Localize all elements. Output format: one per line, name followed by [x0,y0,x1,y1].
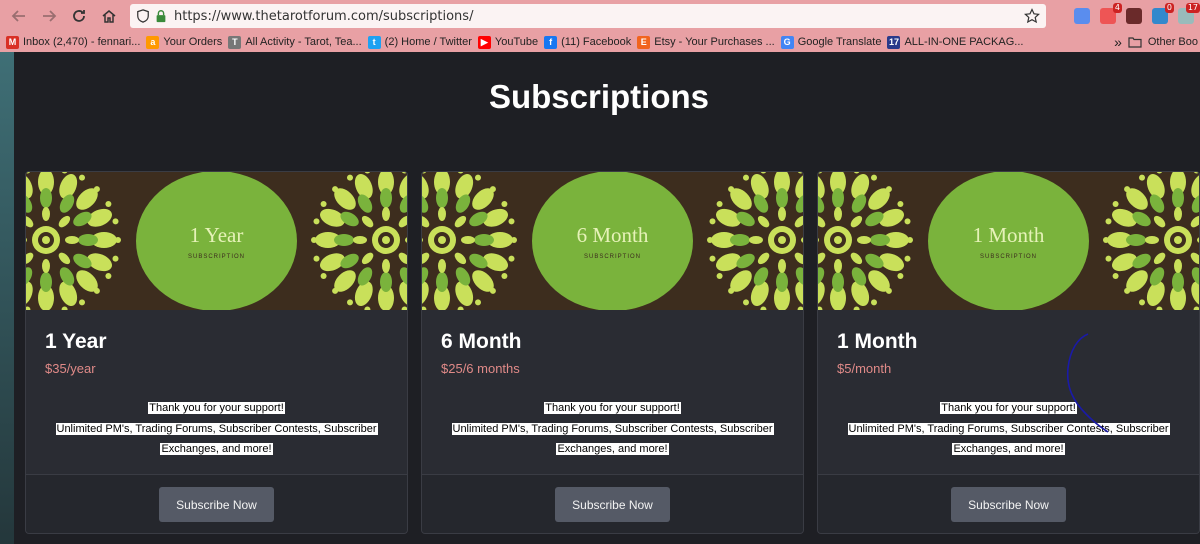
bookmark-item[interactable]: t (2) Home / Twitter [367,35,472,49]
description-line: Exchanges, and more! [952,443,1065,455]
url-text[interactable]: https://www.thetarotforum.com/subscripti… [174,9,473,24]
bookmark-label: (2) Home / Twitter [384,36,472,48]
other-bookmarks-link[interactable]: Other Boo [1148,36,1198,48]
subscription-card: 1 Year SUBSCRIPTION 1 Year $35/year Than… [25,171,408,534]
banner-subtitle: SUBSCRIPTION [583,253,641,260]
amazon-icon: a [146,35,160,49]
bookmark-label: Google Translate [797,36,882,48]
back-button[interactable] [6,3,32,29]
plan-banner-image: 6 Month SUBSCRIPTION [422,172,803,310]
extension-badge: 0 [1164,3,1174,13]
banner-subtitle: SUBSCRIPTION [979,253,1037,260]
extension-cloud-icon[interactable]: 17 [1178,3,1200,24]
lock-icon[interactable] [154,9,168,23]
plan-banner-image: 1 Month SUBSCRIPTION [818,172,1199,310]
bookmark-item[interactable]: M Inbox (2,470) - fennari... [6,35,141,49]
bookmark-label: YouTube [494,36,539,48]
gmail-icon: M [6,35,19,49]
extension-badge: 4 [1112,3,1122,13]
plan-price: $35/year [45,361,96,376]
google-translate-icon: G [780,35,794,49]
extension-badge: 17 [1185,3,1200,13]
description-line: Thank you for your support! [940,402,1077,414]
subscription-card: 6 Month SUBSCRIPTION 6 Month $25/6 month… [421,171,804,534]
plan-description: Thank you for your support! Unlimited PM… [26,398,407,460]
bookmark-label: Etsy - Your Purchases ... [654,36,775,48]
banner-circle: 1 Month SUBSCRIPTION [928,172,1089,310]
card-footer: Subscribe Now [422,474,803,533]
banner-subtitle: SUBSCRIPTION [187,253,245,260]
description-line: Thank you for your support! [148,402,285,414]
plan-description: Thank you for your support! Unlimited PM… [818,398,1199,460]
address-bar[interactable]: https://www.thetarotforum.com/subscripti… [130,4,1046,28]
plan-name: 1 Year [45,330,107,353]
home-icon [102,10,116,23]
twitter-icon: t [367,35,381,49]
facebook-icon: f [544,35,558,49]
description-line: Unlimited PM's, Trading Forums, Subscrib… [55,422,378,435]
plan-price: $25/6 months [441,361,520,376]
description-line: Unlimited PM's, Trading Forums, Subscrib… [847,422,1170,435]
description-line: Exchanges, and more! [160,443,273,455]
home-button[interactable] [96,3,122,29]
extensions-area: 4 0 17 [1074,2,1200,30]
card-footer: Subscribe Now [26,474,407,533]
extension-badge-4-icon[interactable]: 4 [1100,3,1122,24]
card-footer: Subscribe Now [818,474,1199,533]
arrow-left-icon [11,10,25,22]
chevron-double-right-icon[interactable]: » [1114,34,1122,50]
bookmark-item[interactable]: ▶ YouTube [477,35,539,49]
bookmark-label: Inbox (2,470) - fennari... [23,36,141,48]
folder-icon [1128,37,1142,48]
bookmark-item[interactable]: a Your Orders [146,35,223,49]
youtube-icon: ▶ [477,35,491,49]
extension-badge-0-icon[interactable]: 0 [1152,3,1174,24]
description-line: Thank you for your support! [544,402,681,414]
browser-toolbar: https://www.thetarotforum.com/subscripti… [0,0,1200,32]
extension-dark-icon[interactable] [1126,8,1142,24]
subscribe-now-button[interactable]: Subscribe Now [555,487,670,522]
window-edge [0,52,14,544]
bookmark-label: All Activity - Tarot, Tea... [245,36,362,48]
bookmark-17-icon: 17 [887,35,901,49]
banner-circle: 1 Year SUBSCRIPTION [136,172,297,310]
star-icon[interactable] [1024,8,1040,24]
plan-description: Thank you for your support! Unlimited PM… [422,398,803,460]
plan-banner-image: 1 Year SUBSCRIPTION [26,172,407,310]
bookmark-item[interactable]: f (11) Facebook [544,35,632,49]
shield-icon[interactable] [136,9,150,23]
banner-circle: 6 Month SUBSCRIPTION [532,172,693,310]
bookmarks-bar: M Inbox (2,470) - fennari... a Your Orders T… [0,32,1200,52]
description-line: Unlimited PM's, Trading Forums, Subscrib… [451,422,774,435]
bookmark-item[interactable]: E Etsy - Your Purchases ... [637,35,775,49]
etsy-icon: E [637,35,651,49]
banner-title: 1 Month [972,222,1045,247]
bookmarks-overflow: » Other Boo [1114,32,1200,52]
banner-title: 1 Year [189,222,244,247]
banner-title: 6 Month [576,222,649,247]
plan-name: 1 Month [837,330,918,353]
description-line: Exchanges, and more! [556,443,669,455]
bookmark-label: ALL-IN-ONE PACKAG... [904,36,1024,48]
bookmark-item[interactable]: T All Activity - Tarot, Tea... [228,35,362,49]
bookmark-item[interactable]: 17 ALL-IN-ONE PACKAG... [887,35,1024,49]
reload-button[interactable] [66,3,92,29]
bookmark-label: (11) Facebook [561,36,632,48]
forward-button[interactable] [36,3,62,29]
bookmark-label: Your Orders [163,36,223,48]
plan-name: 6 Month [441,330,522,353]
subscription-card: 1 Month SUBSCRIPTION 1 Month $5/month Th… [817,171,1200,534]
reload-icon [73,10,85,22]
plan-price: $5/month [837,361,892,376]
download-icon[interactable] [1074,8,1090,24]
subscribe-now-button[interactable]: Subscribe Now [951,487,1066,522]
page-title: Subscriptions [488,78,710,115]
arrow-right-icon [43,10,57,22]
tarot-forum-icon: T [228,35,242,49]
subscribe-now-button[interactable]: Subscribe Now [159,487,274,522]
bookmark-item[interactable]: G Google Translate [780,35,882,49]
